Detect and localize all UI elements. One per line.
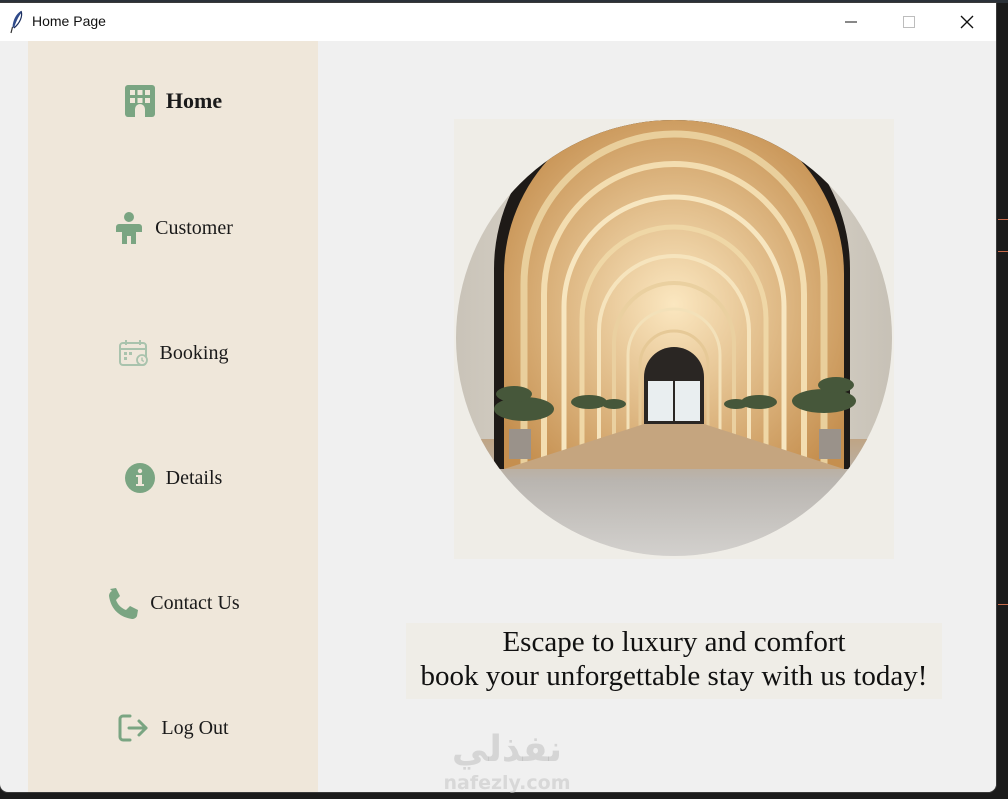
maximize-button[interactable]: [880, 3, 938, 41]
minimize-icon: [845, 21, 857, 23]
phone-icon: [106, 586, 140, 620]
tagline-line-2: book your unforgettable stay with us tod…: [420, 660, 928, 692]
sidebar: Home Customer Booking Details Contact Us…: [28, 41, 318, 792]
desktop-line: [998, 604, 1008, 605]
calendar-icon: [118, 339, 150, 367]
minimize-button[interactable]: [822, 3, 880, 41]
tagline: Escape to luxury and comfort book your u…: [406, 623, 942, 699]
window-title: Home Page: [32, 13, 106, 29]
close-button[interactable]: [938, 3, 996, 41]
watermark: نفذلي nafezly.com: [442, 730, 572, 799]
sidebar-item-log-out[interactable]: Log Out: [28, 698, 318, 758]
desktop-line: [998, 219, 1008, 220]
close-icon: [960, 15, 974, 29]
app-window: Home Page Home Customer Booking Details …: [0, 3, 996, 792]
sidebar-item-customer[interactable]: Customer: [28, 198, 318, 258]
sidebar-item-label: Home: [165, 88, 223, 113]
sidebar-item-label: Customer: [155, 216, 233, 239]
sidebar-item-details[interactable]: Details: [28, 448, 318, 508]
desktop-line: [998, 251, 1008, 252]
watermark-arabic: نفذلي: [451, 729, 563, 770]
building-icon: [124, 84, 156, 118]
main-content: Escape to luxury and comfort book your u…: [318, 41, 996, 792]
sidebar-item-booking[interactable]: Booking: [28, 323, 318, 383]
sidebar-item-label: Details: [165, 466, 223, 489]
logout-icon: [117, 713, 151, 743]
maximize-icon: [903, 16, 915, 28]
tagline-line-1: Escape to luxury and comfort: [502, 626, 846, 658]
hero-image-frame: [454, 119, 894, 559]
sidebar-item-label: Contact Us: [150, 591, 240, 614]
info-icon: [124, 462, 156, 494]
sidebar-item-home[interactable]: Home: [28, 71, 318, 131]
sidebar-item-label: Log Out: [161, 716, 229, 739]
feather-icon: [10, 10, 23, 34]
title-bar[interactable]: Home Page: [0, 3, 996, 41]
sidebar-item-label: Booking: [159, 341, 229, 364]
person-icon: [113, 211, 145, 245]
watermark-latin: nafezly.com: [443, 772, 571, 794]
sidebar-item-contact-us[interactable]: Contact Us: [28, 573, 318, 633]
hotel-hallway-image: [456, 120, 892, 556]
